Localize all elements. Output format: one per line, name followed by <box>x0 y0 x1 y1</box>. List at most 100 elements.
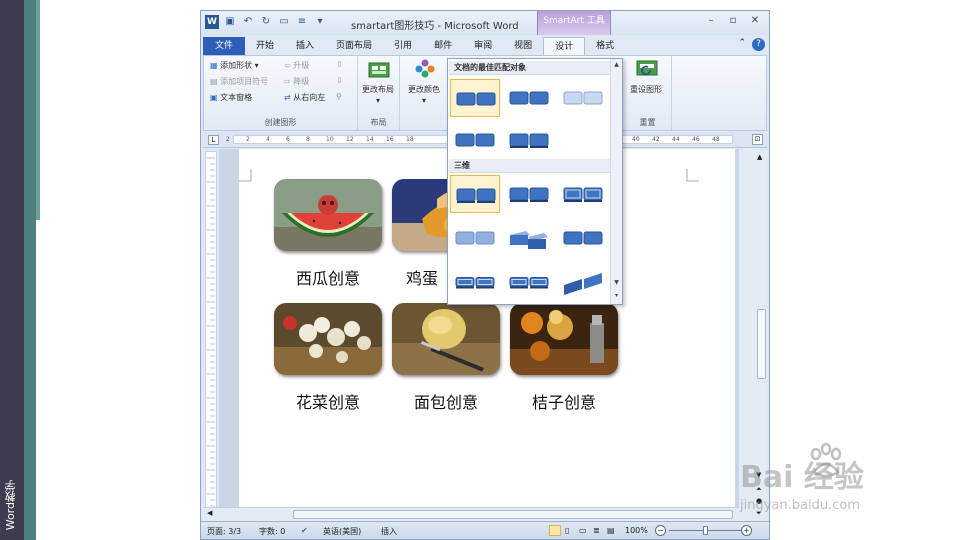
change-layout-label[interactable]: 更改布局 <box>362 84 394 95</box>
promote-button[interactable]: ⇦ 升级 <box>284 60 309 71</box>
tab-review[interactable]: 审阅 <box>463 37 503 55</box>
gallery-style-option[interactable] <box>450 175 500 213</box>
ruler-number: 2 <box>226 136 230 143</box>
tab-format[interactable]: 格式 <box>585 37 625 55</box>
web-layout-view-icon[interactable]: ▭ <box>579 526 587 535</box>
gallery-style-option[interactable] <box>558 219 608 257</box>
caption-orange[interactable]: 桔子创意 <box>510 389 618 413</box>
zoom-slider-knob[interactable] <box>703 526 708 535</box>
format-painter-icon[interactable]: ≡ <box>295 15 309 29</box>
save-icon[interactable]: ▣ <box>223 15 237 29</box>
tab-insert[interactable]: 插入 <box>285 37 325 55</box>
insert-mode[interactable]: 插入 <box>381 526 397 537</box>
tab-home[interactable]: 开始 <box>245 37 285 55</box>
redo-icon[interactable]: ↻ <box>259 15 273 29</box>
vertical-scroll-thumb[interactable] <box>757 309 766 379</box>
title-bar: W ▣ ↶ ↻ ▭ ≡ ▾ smartart图形技巧 - Microsoft W… <box>201 11 769 35</box>
add-bullet-button[interactable]: ▤ 添加项目符号 <box>210 76 268 87</box>
zoom-level[interactable]: 100% <box>625 526 648 535</box>
baidu-watermark-url: jingyan.baidu.com <box>740 498 860 513</box>
gallery-style-option[interactable] <box>504 79 554 117</box>
right-to-left-button[interactable]: ⇄ 从右向左 <box>284 92 325 103</box>
gallery-style-option[interactable] <box>558 175 608 213</box>
demote-icon: ⇨ <box>284 77 291 86</box>
tab-references[interactable]: 引用 <box>383 37 423 55</box>
horizontal-scroll-thumb[interactable] <box>293 510 733 519</box>
gallery-more-icon[interactable]: ▾ <box>612 292 621 302</box>
caption-watermelon[interactable]: 西瓜创意 <box>274 265 382 289</box>
change-colors-icon[interactable] <box>414 58 436 78</box>
add-shape-button[interactable]: ▦ 添加形状 ▾ <box>210 60 259 71</box>
smartart-picture-cauliflower[interactable] <box>274 303 382 375</box>
gallery-style-option[interactable] <box>450 79 500 117</box>
smartart-picture-orange[interactable] <box>510 303 618 375</box>
proofing-icon[interactable]: ✔ <box>301 526 308 535</box>
gallery-scroll-down-icon[interactable]: ▼ <box>612 279 621 289</box>
gallery-section-3d: 三维 <box>449 159 611 173</box>
layout-options-icon[interactable]: ⚲ <box>336 92 342 101</box>
gallery-style-option[interactable] <box>558 79 608 117</box>
new-document-icon[interactable]: ▭ <box>277 15 291 29</box>
tab-selector-icon[interactable]: L <box>208 135 219 145</box>
ruler-number: 4 <box>266 136 270 143</box>
add-bullet-icon: ▤ <box>210 77 218 86</box>
print-layout-view-icon[interactable] <box>549 525 561 536</box>
scroll-left-icon[interactable]: ◀ <box>207 509 212 517</box>
scroll-up-icon[interactable]: ▲ <box>757 153 762 161</box>
minimize-icon[interactable]: – <box>705 15 717 26</box>
view-ruler-icon[interactable]: ⊡ <box>752 134 763 145</box>
tab-design[interactable]: 设计 <box>543 37 586 55</box>
change-layout-icon[interactable] <box>368 60 390 80</box>
smartart-picture-bread[interactable] <box>392 303 500 375</box>
close-icon[interactable]: ✕ <box>749 15 761 26</box>
customize-toolbar-icon[interactable]: ▾ <box>313 15 327 29</box>
reset-graphic-icon[interactable] <box>636 58 658 78</box>
collapse-ribbon-icon[interactable]: ⌃ <box>738 38 746 51</box>
gallery-style-option[interactable] <box>504 219 554 257</box>
gallery-scroll-up-icon[interactable]: ▲ <box>612 61 621 71</box>
language-indicator[interactable]: 英语(美国) <box>323 526 361 537</box>
text-pane-button[interactable]: ▣ 文本窗格 <box>210 92 252 103</box>
gallery-style-option[interactable] <box>504 121 554 159</box>
gallery-scrollbar[interactable]: ▲ ▼ ▾ <box>610 59 622 304</box>
zoom-out-icon[interactable]: − <box>655 525 666 536</box>
change-layout-dropdown-icon[interactable]: ▾ <box>376 96 380 105</box>
tab-mailings[interactable]: 邮件 <box>423 37 463 55</box>
move-down-icon[interactable]: ⇩ <box>336 76 343 85</box>
caption-egg[interactable]: 鸡蛋 <box>392 265 452 289</box>
tab-page-layout[interactable]: 页面布局 <box>325 37 383 55</box>
gallery-style-option[interactable] <box>450 121 500 159</box>
undo-icon[interactable]: ↶ <box>241 15 255 29</box>
gallery-style-option[interactable] <box>450 263 500 301</box>
horizontal-scrollbar[interactable]: ◀ <box>203 507 739 521</box>
change-colors-label[interactable]: 更改颜色 <box>408 84 440 95</box>
ruler-number: 46 <box>692 136 700 143</box>
reset-graphic-label[interactable]: 重设图形 <box>630 84 662 95</box>
gallery-style-option[interactable] <box>504 175 554 213</box>
word-count[interactable]: 字数: 0 <box>259 526 285 537</box>
gallery-style-option[interactable] <box>504 263 554 301</box>
gallery-style-option[interactable] <box>450 219 500 257</box>
tab-view[interactable]: 视图 <box>503 37 543 55</box>
ruler-number: 40 <box>632 136 640 143</box>
create-graphic-group: ▦ 添加形状 ▾ ▤ 添加项目符号 ▣ 文本窗格 ⇦ 升级 ⇨ 降级 ⇄ 从右向… <box>204 56 358 130</box>
demote-button[interactable]: ⇨ 降级 <box>284 76 309 87</box>
outline-view-icon[interactable]: ≣ <box>593 526 600 535</box>
move-up-icon[interactable]: ⇧ <box>336 60 343 69</box>
baidu-watermark-text: Bai 经验 <box>740 460 864 495</box>
caption-bread[interactable]: 面包创意 <box>392 389 500 413</box>
help-icon[interactable]: ? <box>752 38 765 51</box>
restore-icon[interactable]: ▫ <box>727 15 739 26</box>
smartart-tools-context-tab: SmartArt 工具 <box>537 11 611 35</box>
draft-view-icon[interactable]: ▤ <box>607 526 615 535</box>
caption-cauliflower[interactable]: 花菜创意 <box>274 389 382 413</box>
ruler-number: 14 <box>366 136 374 143</box>
word-app-icon[interactable]: W <box>205 15 219 29</box>
change-colors-dropdown-icon[interactable]: ▾ <box>422 96 426 105</box>
zoom-in-icon[interactable]: + <box>741 525 752 536</box>
smartart-picture-watermelon[interactable] <box>274 179 382 251</box>
tab-file[interactable]: 文件 <box>203 37 245 55</box>
page-count[interactable]: 页面: 3/3 <box>207 526 241 537</box>
full-screen-view-icon[interactable]: ▯ <box>565 526 569 535</box>
gallery-style-option[interactable] <box>558 263 608 301</box>
